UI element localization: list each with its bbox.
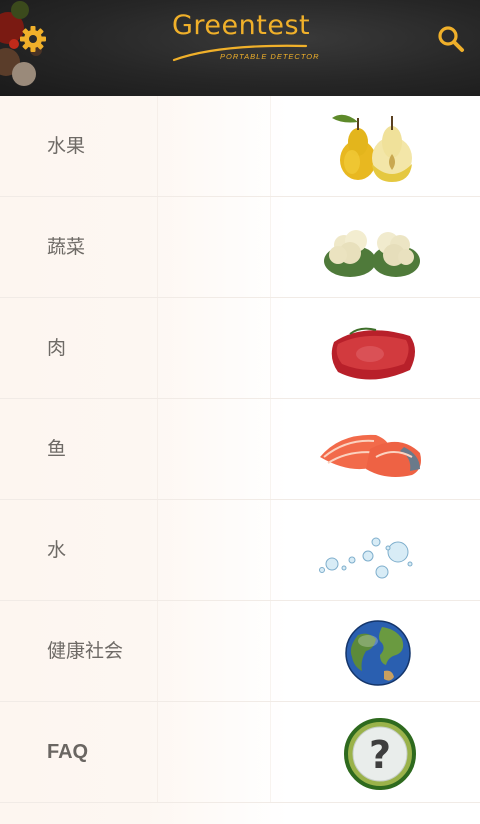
water-drops-image [319,537,413,579]
row-divider [157,601,158,701]
category-row-healthy-society[interactable]: 健康社会 [0,601,480,702]
row-divider [157,500,158,600]
category-row-meat[interactable]: 肉 [0,298,480,399]
row-divider [270,500,271,600]
app-screen: Greentest PORTABLE DETECTOR 水果 蔬菜 肉 鱼 水 … [0,0,480,824]
logo-text: Greentest [172,10,311,41]
settings-button[interactable] [16,22,50,56]
row-divider [157,702,158,802]
category-label: 蔬菜 [47,236,86,258]
category-list: 水果 蔬菜 肉 鱼 水 健康社会 FAQ ? [0,96,480,803]
meat-image [331,327,415,380]
category-label: 水 [47,539,67,561]
cauliflower-image [324,230,420,277]
category-label: 水果 [47,135,86,157]
search-icon [438,26,464,52]
category-label: FAQ [47,741,89,763]
row-divider [157,96,158,196]
greentest-logo: Greentest PORTABLE DETECTOR [168,8,319,68]
row-divider [270,399,271,499]
gear-icon [20,26,46,52]
category-label: 健康社会 [47,640,124,662]
row-divider [270,298,271,398]
search-button[interactable] [434,22,468,56]
row-divider [270,601,271,701]
category-row-fish[interactable]: 鱼 [0,399,480,500]
globe-image [345,620,411,686]
row-divider [157,298,158,398]
svg-text:?: ? [369,733,391,777]
header-bar: Greentest PORTABLE DETECTOR [0,0,480,96]
question-button-image: ? [344,718,416,790]
logo-subtitle: PORTABLE DETECTOR [220,52,320,61]
row-divider [157,399,158,499]
row-divider [270,702,271,802]
category-row-water[interactable]: 水 [0,500,480,601]
category-row-vegetables[interactable]: 蔬菜 [0,197,480,298]
row-divider [270,197,271,297]
pear-image [332,114,412,182]
salmon-image [320,434,421,477]
category-row-fruits[interactable]: 水果 [0,96,480,197]
category-label: 鱼 [47,438,67,460]
category-label: 肉 [47,337,67,359]
row-divider [270,96,271,196]
row-divider [157,197,158,297]
category-row-faq[interactable]: FAQ ? [0,702,480,803]
